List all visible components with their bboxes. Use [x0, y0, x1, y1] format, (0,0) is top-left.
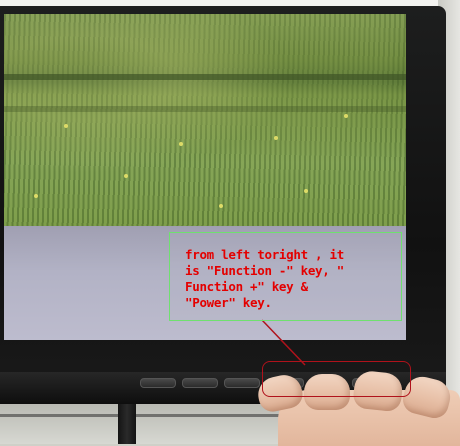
monitor-stand: [118, 404, 136, 444]
keys-highlight-outline: [262, 361, 411, 397]
annotation-text: from left toright , it is "Function -" k…: [185, 247, 344, 310]
field-stripe: [4, 74, 406, 80]
cable: [0, 414, 300, 417]
grass-field-image: [4, 14, 406, 226]
flower-speck: [124, 174, 128, 178]
field-stripe: [4, 106, 406, 112]
flower-speck: [34, 194, 38, 198]
flower-speck: [274, 136, 278, 140]
monitor-bezel: [0, 6, 446, 404]
flower-speck: [219, 204, 223, 208]
flower-speck: [344, 114, 348, 118]
flower-speck: [64, 124, 68, 128]
bezel-logo: [150, 360, 210, 372]
flower-speck: [304, 189, 308, 193]
monitor-button-2[interactable]: [182, 378, 218, 388]
monitor-button-3[interactable]: [224, 378, 260, 388]
monitor-button-1[interactable]: [140, 378, 176, 388]
flower-speck: [179, 142, 183, 146]
